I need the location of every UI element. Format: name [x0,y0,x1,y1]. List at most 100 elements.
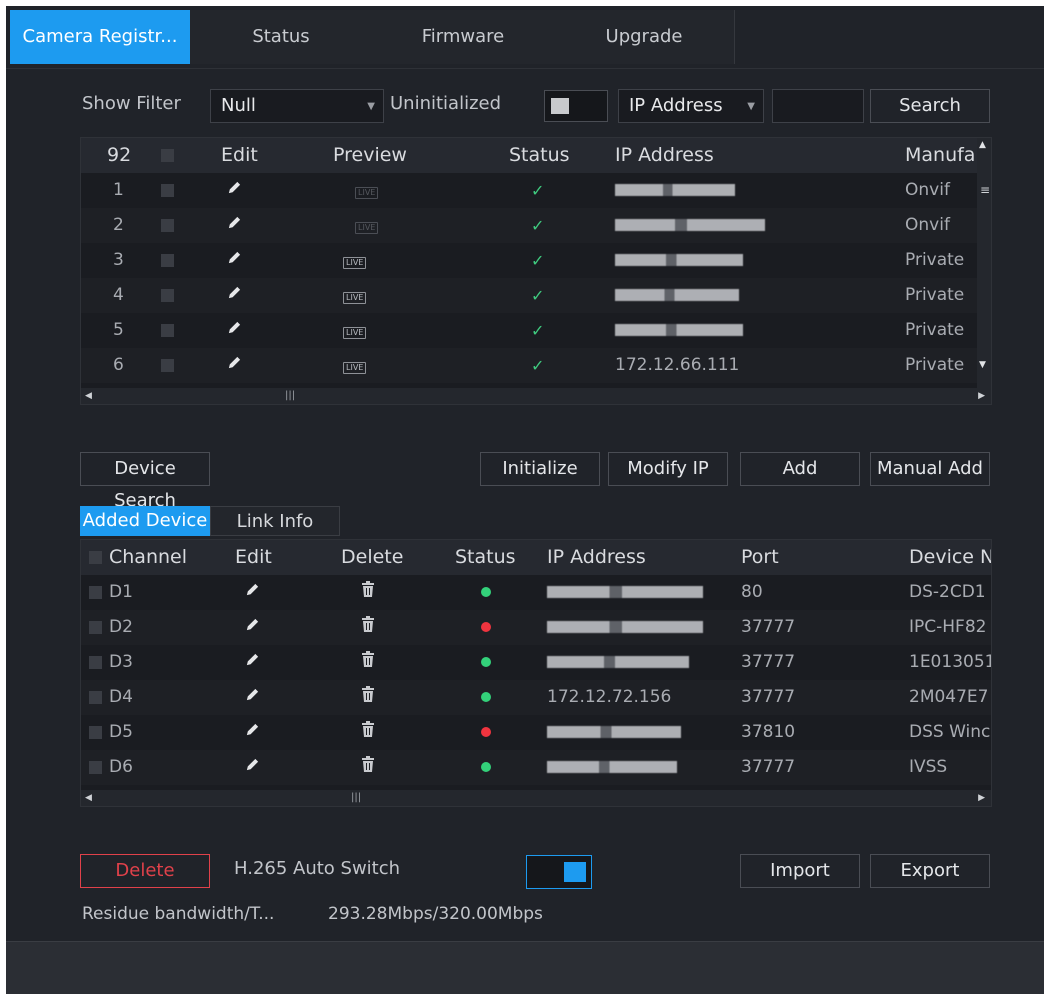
trash-icon[interactable] [361,680,375,715]
table-row[interactable]: 3 LIVE ✓ Private [81,243,991,278]
row-checkbox[interactable] [89,656,102,669]
row-checkbox[interactable] [161,359,174,372]
live-preview-icon[interactable]: LIVE [343,243,367,278]
pencil-icon[interactable] [245,750,260,785]
residue-bandwidth-label: Residue bandwidth/T... [82,904,275,924]
initialize-button[interactable]: Initialize [480,452,600,486]
filter-value: Null [221,95,256,116]
tab-link-info[interactable]: Link Info [210,506,340,536]
horizontal-scrollbar[interactable]: ◀ ||| ▶ [81,790,991,806]
vertical-scrollbar[interactable]: ▲ ≡ ▼ [977,138,991,388]
pencil-icon[interactable] [227,278,242,313]
row-checkbox[interactable] [89,586,102,599]
delete-button[interactable]: Delete [80,854,210,888]
status-dot [481,715,491,750]
live-preview-icon[interactable]: LIVE [355,208,379,243]
row-checkbox[interactable] [161,324,174,337]
device-search-button[interactable]: Device Search [80,452,210,511]
scroll-up-icon[interactable]: ▲ [979,140,986,150]
row-checkbox[interactable] [89,621,102,634]
row-checkbox[interactable] [161,184,174,197]
table-row[interactable]: 6 LIVE ✓ 172.12.66.111 Private [81,348,991,383]
live-preview-icon[interactable]: LIVE [343,313,367,348]
filter-dropdown[interactable]: Null ▼ [210,89,384,123]
row-checkbox[interactable] [161,254,174,267]
pencil-icon[interactable] [245,680,260,715]
table-row[interactable]: D1 80 DS-2CD1 [81,575,991,610]
import-button[interactable]: Import [740,854,860,888]
ip-redacted [547,645,689,680]
trash-icon[interactable] [361,645,375,680]
pencil-icon[interactable] [245,715,260,750]
trash-icon[interactable] [361,715,375,750]
table-row[interactable]: D4 172.12.72.156 37777 2M047E7 [81,680,991,715]
tab-upgrade[interactable]: Upgrade [554,10,735,64]
uninitialized-label: Uninitialized [390,93,502,114]
pencil-icon[interactable] [245,610,260,645]
manufacturer-cell: Onvif [905,180,950,200]
pencil-icon[interactable] [227,243,242,278]
row-checkbox[interactable] [161,219,174,232]
trash-icon[interactable] [361,750,375,785]
tab-firmware[interactable]: Firmware [372,10,555,64]
pencil-icon[interactable] [227,348,242,383]
manufacturer-cell: Private [905,285,965,305]
table-row[interactable]: 5 LIVE ✓ Private [81,313,991,348]
dropdown-caret-icon: ▼ [367,101,375,112]
status-header: Status [455,546,516,568]
pencil-icon[interactable] [227,208,242,243]
select-all-checkbox[interactable] [89,551,102,564]
scroll-left-icon[interactable]: ◀ [85,790,92,806]
tab-camera-registration[interactable]: Camera Registr... [10,10,191,64]
device-name-header: Device N [909,546,992,568]
live-preview-icon[interactable]: LIVE [343,278,367,313]
export-button[interactable]: Export [870,854,990,888]
table-row[interactable]: 4 LIVE ✓ Private [81,278,991,313]
table-row[interactable]: D3 37777 1E013051 [81,645,991,680]
tab-status[interactable]: Status [190,10,373,64]
table-row[interactable]: D2 37777 IPC-HF82 [81,610,991,645]
search-type-dropdown[interactable]: IP Address ▼ [618,89,764,123]
pencil-icon[interactable] [245,645,260,680]
pencil-icon[interactable] [227,173,242,208]
tab-added-device[interactable]: Added Device [80,506,210,536]
pencil-icon[interactable] [227,313,242,348]
ip-header: IP Address [615,144,714,166]
table-row[interactable]: 1 LIVE ✓ Onvif [81,173,991,208]
row-checkbox[interactable] [89,761,102,774]
table-row[interactable]: 2 LIVE ✓ Onvif [81,208,991,243]
residue-bandwidth-value: 293.28Mbps/320.00Mbps [328,904,543,924]
live-preview-icon[interactable]: LIVE [355,173,379,208]
search-button[interactable]: Search [870,89,990,123]
manual-add-button[interactable]: Manual Add [870,452,990,486]
scroll-right-icon[interactable]: ▶ [978,790,985,806]
horizontal-scrollbar[interactable]: ◀ ||| ▶ [81,388,991,404]
scroll-grip-icon[interactable]: ||| [351,793,361,803]
device-name-cell: DS-2CD1 [909,582,986,602]
live-preview-icon[interactable]: LIVE [343,348,367,383]
search-input[interactable] [772,89,864,123]
trash-icon[interactable] [361,575,375,610]
add-button[interactable]: Add [740,452,860,486]
scroll-down-icon[interactable]: ▼ [979,360,986,370]
table-row[interactable]: D5 37810 DSS Winc [81,715,991,750]
h265-auto-switch-toggle[interactable] [526,855,592,889]
delete-header: Delete [341,546,404,568]
row-checkbox[interactable] [89,726,102,739]
modify-ip-button[interactable]: Modify IP [608,452,728,486]
select-all-checkbox[interactable] [161,149,174,162]
row-checkbox[interactable] [89,691,102,704]
h265-auto-switch-label: H.265 Auto Switch [234,858,401,879]
table-row[interactable]: D6 37777 IVSS [81,750,991,785]
preview-header: Preview [333,144,407,166]
scroll-grip-icon[interactable]: ||| [285,391,295,401]
pencil-icon[interactable] [245,575,260,610]
row-checkbox[interactable] [161,289,174,302]
trash-icon[interactable] [361,610,375,645]
scroll-grip-icon[interactable]: ≡ [980,184,990,196]
show-filter-label: Show Filter [82,93,181,114]
scroll-right-icon[interactable]: ▶ [978,388,985,404]
scroll-left-icon[interactable]: ◀ [85,388,92,404]
port-cell: 80 [741,582,763,602]
uninitialized-toggle[interactable] [544,90,608,122]
